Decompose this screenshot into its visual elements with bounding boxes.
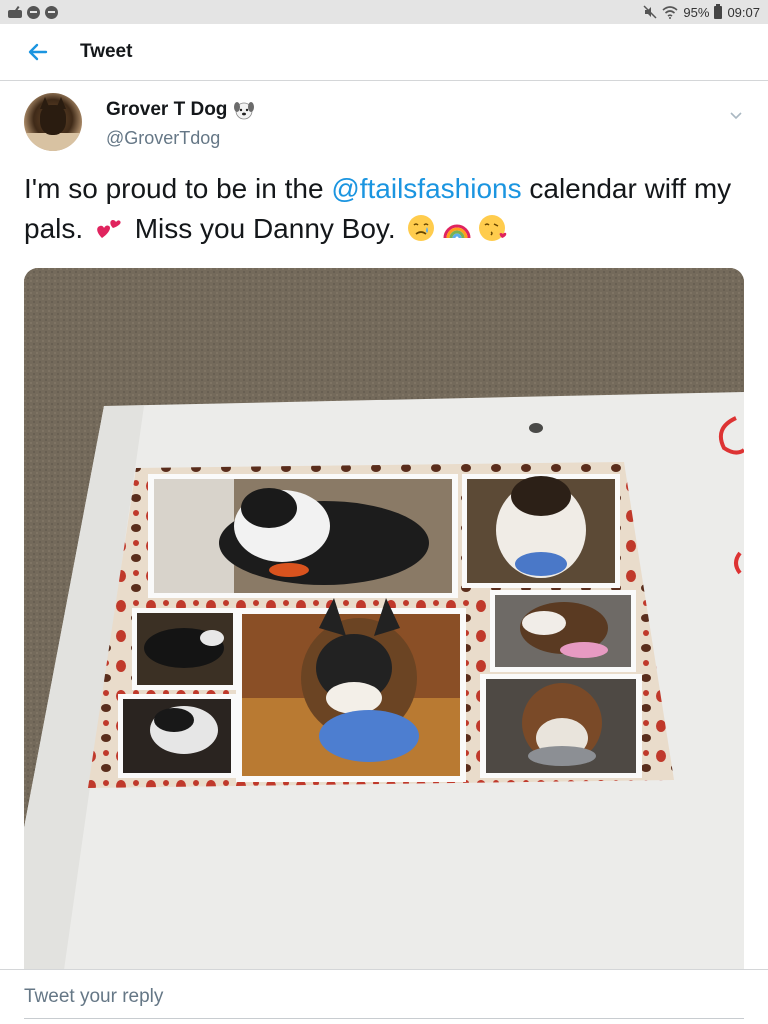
back-button[interactable]: [18, 32, 58, 72]
tweet-text-part: Miss you Danny Boy.: [126, 213, 404, 244]
wifi-icon: [662, 5, 678, 19]
messenger-icon: [45, 5, 58, 19]
tweet-text-part: I'm so proud to be in the: [24, 173, 332, 204]
messenger-icon: [27, 5, 40, 19]
author-name-row[interactable]: Grover T Dog: [106, 99, 255, 121]
avatar[interactable]: [24, 93, 82, 151]
tweet-text: I'm so proud to be in the @ftailsfashion…: [24, 169, 744, 249]
kissing-heart-emoji: [479, 215, 507, 241]
app-header: Tweet: [0, 24, 768, 81]
mute-icon: [643, 5, 657, 19]
reply-bar: [0, 969, 768, 1024]
tweet-options-button[interactable]: [724, 103, 748, 127]
chevron-down-icon: [730, 112, 742, 120]
notification-icon: [8, 6, 22, 18]
author-handle[interactable]: @GroverTdog: [106, 128, 220, 149]
calendar-collage-photo: [24, 268, 744, 970]
reply-underline: [24, 1018, 744, 1019]
dog-face-emoji: [234, 102, 255, 120]
tweet-author: Grover T Dog @GroverTdog: [24, 93, 748, 153]
status-bar: 95% 09:07: [0, 0, 768, 24]
rainbow-emoji: [443, 224, 471, 239]
reply-input[interactable]: [24, 984, 744, 1010]
status-bar-right: 95% 09:07: [643, 3, 760, 20]
arrow-left-icon: [28, 43, 48, 61]
two-hearts-emoji: [97, 220, 121, 238]
page-title: Tweet: [80, 41, 133, 62]
tweet-photo[interactable]: [24, 268, 744, 970]
author-display-name[interactable]: Grover T Dog: [106, 99, 227, 121]
status-bar-left: [8, 5, 58, 19]
mention-link[interactable]: @ftailsfashions: [331, 173, 521, 204]
crying-face-emoji: [408, 215, 435, 241]
clock: 09:07: [727, 4, 760, 20]
battery-percent: 95%: [683, 4, 710, 20]
battery-icon: [714, 3, 723, 19]
